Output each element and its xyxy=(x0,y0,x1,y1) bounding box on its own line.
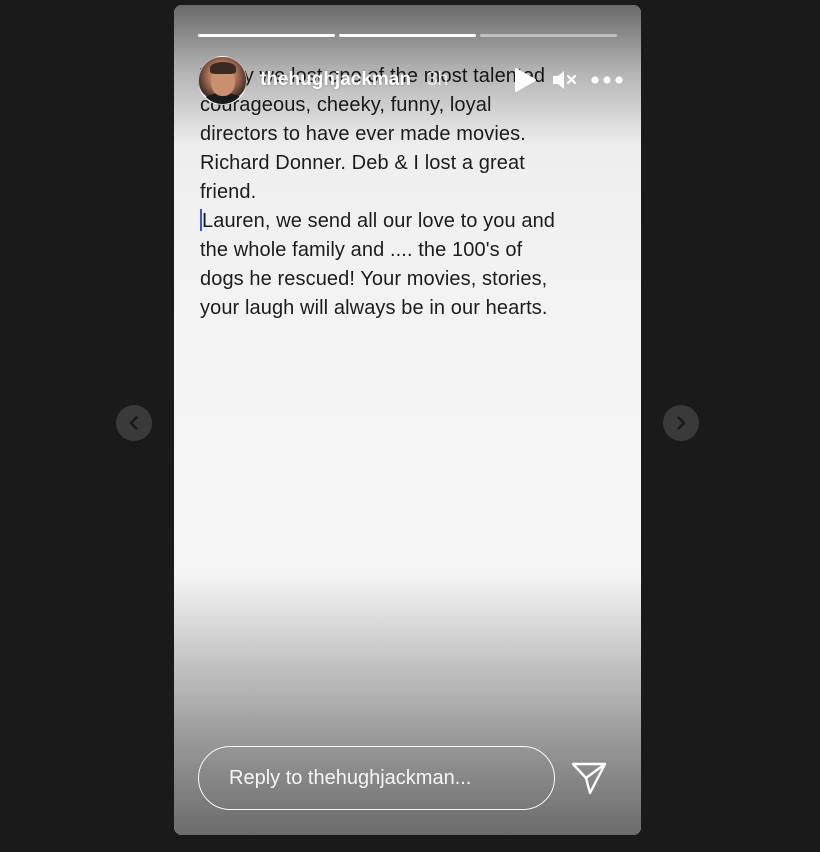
story-controls xyxy=(513,67,623,93)
chevron-right-icon xyxy=(677,416,686,430)
note-line: Lauren, we send all our love to you and xyxy=(202,210,556,232)
note-line: Richard Donner. Deb & I lost a great xyxy=(200,152,525,174)
reply-input[interactable] xyxy=(198,746,555,810)
mute-button[interactable] xyxy=(551,68,577,92)
play-button[interactable] xyxy=(513,67,537,93)
previous-story-button[interactable] xyxy=(116,405,152,441)
note-line: the whole family and .... the 100's of xyxy=(200,239,523,261)
muted-speaker-icon xyxy=(553,71,577,89)
reply-bar xyxy=(198,745,617,811)
paper-plane-icon xyxy=(571,762,607,795)
author-username[interactable]: thehughjackman xyxy=(260,69,411,91)
note-line: friend. xyxy=(200,181,257,203)
more-options-button[interactable] xyxy=(591,75,623,85)
avatar[interactable] xyxy=(198,55,247,105)
more-options-icon xyxy=(591,76,623,84)
story-card[interactable]: Today we lost one of the most talented c… xyxy=(174,5,641,835)
story-viewer: Today we lost one of the most talented c… xyxy=(0,0,820,852)
progress-segment xyxy=(339,34,476,37)
avatar-hair xyxy=(210,61,236,74)
note-line-with-caret: Lauren, we send all our love to you and xyxy=(200,207,568,236)
play-icon xyxy=(515,68,536,92)
story-header: thehughjackman 3h xyxy=(198,55,623,105)
story-progress-bar xyxy=(198,34,617,37)
progress-segment xyxy=(480,34,617,37)
progress-fill xyxy=(339,34,476,37)
note-line: directors to have ever made movies. xyxy=(200,123,526,145)
next-story-button[interactable] xyxy=(663,405,699,441)
chevron-left-icon xyxy=(129,416,138,430)
progress-segment xyxy=(198,34,335,37)
note-line: dogs he rescued! Your movies, stories, xyxy=(200,268,548,290)
note-line: your laugh will always be in our hearts. xyxy=(200,297,548,319)
post-time: 3h xyxy=(426,69,449,90)
progress-fill xyxy=(198,34,335,37)
send-reply-button[interactable] xyxy=(569,758,609,798)
